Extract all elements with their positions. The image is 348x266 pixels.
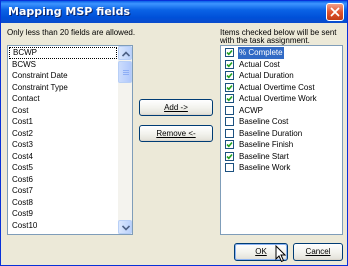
available-field-item[interactable]: Cost5 <box>9 162 117 174</box>
field-limit-label: Only less than 20 fields are allowed. <box>7 28 136 37</box>
window-title: Mapping MSP fields <box>8 5 130 18</box>
vertical-scrollbar[interactable] <box>118 46 132 234</box>
add-button[interactable]: Add -> <box>139 99 213 116</box>
field-checkbox-label: Baseline Duration <box>239 128 303 138</box>
available-fields-items: BCWP BCWS Constraint Date Constraint Type Co… <box>9 47 117 233</box>
available-fields-list[interactable]: BCWP BCWS Constraint Date Constraint Type Co… <box>7 45 133 235</box>
scroll-down-arrow-icon <box>122 225 130 231</box>
checkmark-icon <box>226 49 233 56</box>
field-checkbox[interactable] <box>225 128 234 138</box>
checked-items-label-line2: with the task assignment. <box>220 36 310 45</box>
mouse-cursor-icon <box>275 245 287 263</box>
field-checkbox[interactable] <box>225 117 234 126</box>
scroll-up-arrow-icon <box>122 51 130 57</box>
cancel-button[interactable]: Cancel <box>293 243 343 261</box>
field-checkbox-label: Actual Duration <box>239 71 294 80</box>
field-checkbox[interactable] <box>225 71 234 80</box>
available-field-item[interactable]: Contact <box>9 93 117 105</box>
available-field-item[interactable]: Cost <box>9 105 117 117</box>
mapping-fields-dialog: Mapping MSP fields Only less than 20 fie… <box>0 0 348 266</box>
available-field-item[interactable]: Cost9 <box>9 208 117 220</box>
close-button[interactable] <box>326 3 344 21</box>
available-field-item[interactable]: BCWP <box>9 47 117 59</box>
scroll-up-button[interactable] <box>118 46 132 60</box>
field-checkbox-label: Baseline Start <box>239 151 289 161</box>
field-checkbox-label: Actual Cost <box>239 59 280 69</box>
available-field-item[interactable]: Cost2 <box>9 128 117 140</box>
available-field-item[interactable]: Cost7 <box>9 185 117 197</box>
field-checkbox-label: % Complete <box>238 47 284 59</box>
available-field-item[interactable]: Constraint Date <box>9 70 117 82</box>
available-field-item[interactable]: Cost6 <box>9 174 117 186</box>
close-icon <box>330 7 340 17</box>
field-checkbox-label: Baseline Work <box>239 163 291 172</box>
available-field-item[interactable]: Cost4 <box>9 151 117 163</box>
field-checkbox[interactable] <box>225 59 234 69</box>
checkmark-icon <box>226 95 233 102</box>
checkmark-icon <box>226 84 233 90</box>
field-checkbox[interactable] <box>225 163 234 172</box>
checkmark-icon <box>226 153 233 159</box>
field-checkbox[interactable] <box>225 48 234 57</box>
checkmark-icon <box>226 72 233 79</box>
available-field-item[interactable]: Cost1 <box>9 116 117 128</box>
field-checkbox[interactable] <box>225 151 234 161</box>
scroll-down-button[interactable] <box>118 220 132 234</box>
remove-button[interactable]: Remove <- <box>139 125 213 142</box>
field-checkbox-label: ACWP <box>239 105 263 115</box>
available-field-item[interactable]: Constraint Type <box>9 82 117 94</box>
available-field-item[interactable]: BCWS <box>9 59 117 71</box>
checkmark-icon <box>226 141 233 148</box>
field-checkbox-label: Baseline Finish <box>239 140 294 149</box>
checkmark-icon <box>226 61 233 67</box>
field-checkbox[interactable] <box>225 82 234 92</box>
scroll-thumb[interactable] <box>118 61 132 83</box>
field-checkbox-label: Baseline Cost <box>239 117 289 126</box>
field-checkbox[interactable] <box>225 105 234 115</box>
available-field-item[interactable]: Cost3 <box>9 139 117 151</box>
field-checkbox-label: Actual Overtime Cost <box>239 82 315 92</box>
available-field-item[interactable]: Cost10 <box>9 220 117 232</box>
field-checkbox-label: Actual Overtime Work <box>239 94 317 103</box>
field-checkbox[interactable] <box>225 140 234 149</box>
mapped-fields-checklist[interactable]: % Complete Actual Cost Actual Duration Actu… <box>220 45 343 235</box>
available-field-item[interactable]: Cost8 <box>9 197 117 209</box>
title-bar[interactable]: Mapping MSP fields <box>1 1 347 23</box>
field-checkbox[interactable] <box>225 94 234 103</box>
